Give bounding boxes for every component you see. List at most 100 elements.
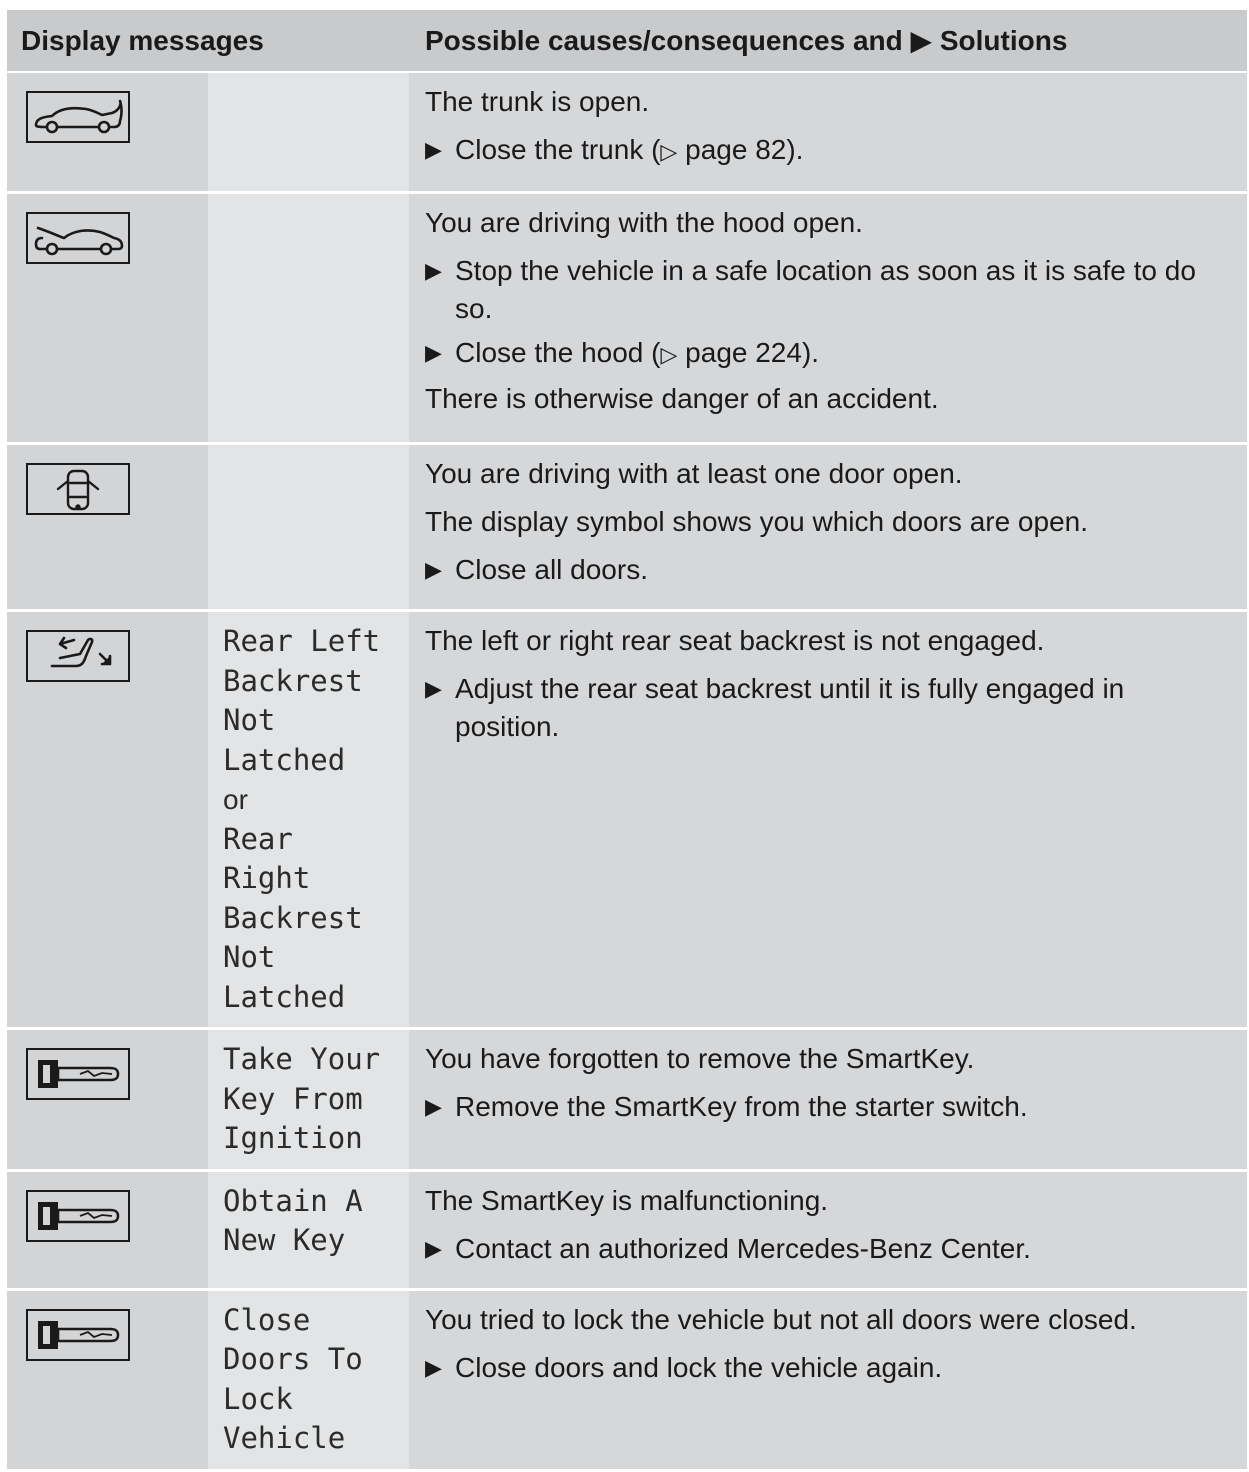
display-message-line: Vehicle xyxy=(223,1421,346,1455)
display-message-cell xyxy=(208,192,409,445)
solution-cell: The left or right rear seat backrest is … xyxy=(409,610,1247,1030)
display-message-line: Not xyxy=(223,940,276,974)
solution-step: ▶ Close all doors. xyxy=(425,551,1233,589)
solution-step-text: Close the trunk (▷ page 82). xyxy=(455,131,1233,171)
solution-cell: You are driving with the hood open. ▶ Stop… xyxy=(409,192,1247,445)
solution-step-text: Close all doors. xyxy=(455,551,1233,589)
display-message-line: Latched xyxy=(223,742,346,777)
table-row: You are driving with at least one door o… xyxy=(7,443,1247,612)
step-text: Stop the vehicle in a safe location as s… xyxy=(455,255,1196,324)
icon-cell xyxy=(7,72,208,194)
bullet-arrow-icon: ▶ xyxy=(425,557,442,582)
display-message-line: Backrest xyxy=(223,900,363,935)
display-message-cell: Rear Left Backrest Not Latched or Rear Right Ba… xyxy=(208,610,409,1030)
solution-cell: You are driving with at least one door o… xyxy=(409,443,1247,612)
solution-step-text: Close the hood (▷ page 224). xyxy=(455,334,1233,374)
bullet-arrow-icon: ▶ xyxy=(425,137,442,162)
solution-step: ▶ Stop the vehicle in a safe location as … xyxy=(425,252,1233,328)
cause-text: The trunk is open. xyxy=(425,86,650,117)
solution-step-text: Contact an authorized Mercedes-Benz Cent… xyxy=(455,1230,1233,1268)
cause-text: You tried to lock the vehicle but not al… xyxy=(425,1303,1137,1335)
cause-text: The left or right rear seat backrest is … xyxy=(425,625,1045,656)
display-message-line: New Key xyxy=(223,1223,346,1257)
display-message-line: Key From xyxy=(223,1081,363,1116)
icon-cell xyxy=(7,1170,208,1291)
display-message-cell xyxy=(208,443,409,612)
page-reference-icon: ▷ xyxy=(660,342,678,367)
icon-cell xyxy=(7,610,208,1030)
smartkey-icon xyxy=(26,1048,130,1100)
solution-step: ▶ Contact an authorized Mercedes-Benz Cen… xyxy=(425,1230,1233,1268)
cause-text: You are driving with the hood open. xyxy=(425,207,863,238)
display-message-cell: Obtain A New Key xyxy=(208,1170,409,1291)
solution-step: ▶ Close doors and lock the vehicle again. xyxy=(425,1349,1233,1387)
solution-cell: You have forgotten to remove the SmartKe… xyxy=(409,1028,1247,1172)
table-row: Rear Left Backrest Not Latched or Rear Right Ba… xyxy=(7,610,1247,1030)
table-row: Take Your Key From Ignition You have forgot… xyxy=(7,1028,1247,1172)
warning-text: There is otherwise danger of an accident… xyxy=(425,383,939,414)
display-message-line: Close xyxy=(223,1302,311,1337)
display-message-line: Latched xyxy=(223,979,346,1014)
table-row: You are driving with the hood open. ▶ Stop… xyxy=(7,192,1247,445)
solution-step-text: Close doors and lock the vehicle again. xyxy=(455,1349,1233,1387)
bullet-arrow-icon: ▶ xyxy=(425,676,442,701)
solution-step: ▶ Close the hood (▷ page 224). xyxy=(425,334,1233,374)
or-separator: or xyxy=(223,784,248,815)
bullet-arrow-icon: ▶ xyxy=(425,258,442,283)
display-message-line: Ignition xyxy=(223,1121,363,1155)
cause-text: You have forgotten to remove the SmartKe… xyxy=(425,1043,975,1074)
cause-text: The display symbol shows you which doors… xyxy=(425,506,1089,537)
bullet-arrow-icon: ▶ xyxy=(425,1354,442,1380)
display-message-line: Take Your xyxy=(223,1042,381,1076)
bullet-arrow-icon: ▶ xyxy=(425,1094,442,1119)
display-message-line: Lock xyxy=(223,1381,293,1416)
step-text: Remove the SmartKey from the starter swi… xyxy=(455,1091,1028,1122)
page-reference-text[interactable]: page 224). xyxy=(677,337,819,368)
solution-step: ▶ Remove the SmartKey from the starter sw… xyxy=(425,1088,1233,1126)
step-text: Close all doors. xyxy=(455,554,648,585)
solution-cell: The trunk is open. ▶ Close the trunk (▷ pa… xyxy=(409,72,1247,194)
display-message-line: Rear Left xyxy=(223,624,381,658)
solution-step-text: Adjust the rear seat backrest until it i… xyxy=(455,670,1233,746)
display-message-line: Not xyxy=(223,703,276,737)
trunk-open-icon xyxy=(26,91,130,143)
solution-step: ▶ Close the trunk (▷ page 82). xyxy=(425,131,1233,171)
solution-step-text: Stop the vehicle in a safe location as s… xyxy=(455,252,1233,328)
step-text: Close the trunk ( xyxy=(455,134,661,165)
display-messages-table: Display messages Possible causes/consequ… xyxy=(7,10,1247,1472)
table-row: Obtain A New Key The SmartKey is malfuncti… xyxy=(7,1170,1247,1291)
step-text: Contact an authorized Mercedes-Benz Cent… xyxy=(455,1232,1031,1264)
seat-backrest-icon xyxy=(26,630,130,682)
page-reference-text[interactable]: page 82). xyxy=(677,134,803,165)
solution-step: ▶ Adjust the rear seat backrest until it … xyxy=(425,670,1233,746)
display-message-cell xyxy=(208,72,409,194)
table-row: The trunk is open. ▶ Close the trunk (▷ pa… xyxy=(7,72,1247,194)
step-text: Close doors and lock the vehicle again. xyxy=(455,1351,943,1383)
step-text: Adjust the rear seat backrest until it i… xyxy=(455,673,1125,742)
display-message-line: Doors To xyxy=(223,1342,363,1376)
cause-text: You are driving with at least one door o… xyxy=(425,458,963,489)
header-display-messages: Display messages xyxy=(7,10,409,73)
header-causes-solutions: Possible causes/consequences and ▶ Solut… xyxy=(409,10,1247,73)
icon-cell xyxy=(7,1028,208,1172)
cause-text: The SmartKey is malfunctioning. xyxy=(425,1184,829,1216)
smartkey-icon xyxy=(26,1189,130,1242)
icon-cell xyxy=(7,192,208,445)
icon-cell xyxy=(7,443,208,612)
table-header-row: Display messages Possible causes/consequ… xyxy=(7,10,1247,73)
table-body: The trunk is open. ▶ Close the trunk (▷ pa… xyxy=(7,72,1247,1472)
display-message-line: Rear xyxy=(223,821,293,856)
bullet-arrow-icon: ▶ xyxy=(425,340,442,365)
page-reference-icon: ▷ xyxy=(660,139,678,164)
display-message-line: Obtain A xyxy=(223,1183,363,1218)
hood-open-icon xyxy=(26,212,130,264)
solution-cell: The SmartKey is malfunctioning. ▶ Contact … xyxy=(409,1170,1247,1291)
display-message-line: Backrest xyxy=(223,663,363,698)
display-message-line: Right xyxy=(223,861,311,895)
solution-step-text: Remove the SmartKey from the starter swi… xyxy=(455,1088,1233,1126)
smartkey-icon xyxy=(26,1308,130,1361)
display-message-cell: Take Your Key From Ignition xyxy=(208,1028,409,1172)
bullet-arrow-icon: ▶ xyxy=(425,1235,442,1261)
door-open-icon xyxy=(26,463,130,515)
step-text: Close the hood ( xyxy=(455,337,661,368)
